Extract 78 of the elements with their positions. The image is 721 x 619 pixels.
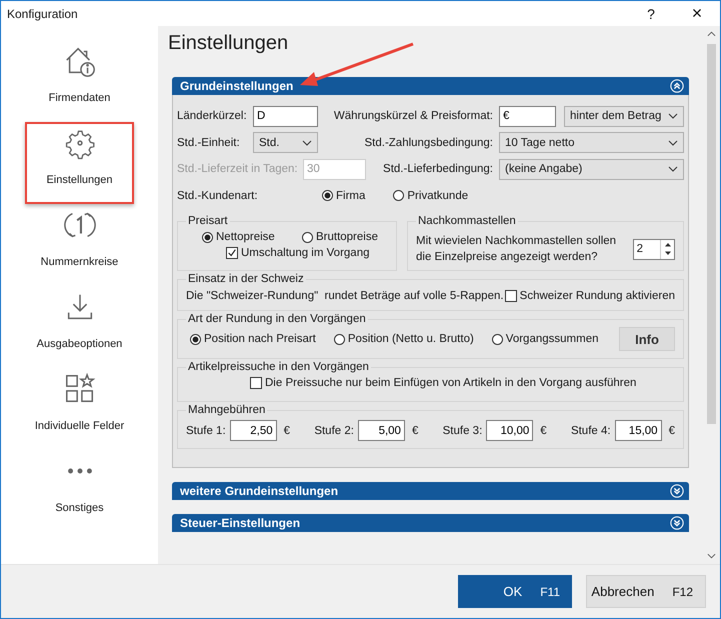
sidebar-item[interactable]: Firmendaten [25, 40, 134, 122]
sidebar-item[interactable]: Nummernkreise [25, 204, 134, 286]
currency-unit: € [412, 424, 418, 436]
dropdown[interactable]: (keine Angabe) [499, 158, 684, 180]
dropdown[interactable]: Std. [253, 132, 318, 154]
field-label: Stufe 2: [314, 424, 354, 436]
field-label: Std.-Einheit: [177, 136, 241, 149]
group-title: Nachkommastellen [417, 215, 517, 227]
checkmark-icon [227, 248, 237, 258]
chevrons-icon [670, 79, 684, 93]
chevron-down-icon [302, 140, 312, 146]
group-title: Einsatz in der Schweiz [187, 273, 305, 285]
dialog-button[interactable]: Abbrechen F12 [586, 575, 706, 608]
sidebar-item[interactable]: Einstellungen [25, 122, 134, 204]
field-label: Stufe 3: [442, 424, 482, 436]
checkbox[interactable]: Schweizer Rundung aktivieren [504, 290, 675, 302]
page-heading: Einstellungen [168, 32, 290, 55]
group-title: Mahngebühren [187, 404, 266, 416]
checkbox[interactable]: Umschaltung im Vorgang [226, 247, 370, 259]
cycle-number-icon [64, 212, 96, 238]
close-button[interactable]: × [674, 1, 720, 26]
decimal-spinner[interactable]: 2 [632, 238, 675, 260]
section-header[interactable]: Steuer-Einstellungen [172, 514, 689, 532]
chevrons-icon [670, 484, 684, 498]
country-code-field[interactable]: D [253, 106, 318, 127]
group-title: Preisart [187, 215, 229, 227]
radio-option[interactable]: Position nach Preisart [190, 333, 316, 345]
more-icon [68, 468, 92, 474]
field-label: Std.-Lieferbedingung: [382, 163, 494, 176]
radio-option[interactable]: Privatkunde [393, 190, 468, 202]
grid-star-icon [66, 372, 95, 402]
info-button[interactable]: Info [619, 327, 675, 351]
radio-option[interactable]: Vorgangssummen [492, 333, 598, 345]
group-title: Art der Rundung in den Vorgängen [187, 313, 367, 325]
house-info-icon [66, 48, 94, 77]
radio-option[interactable]: Bruttopreise [302, 231, 378, 243]
group-title: Artikelpreissuche in den Vorgängen [187, 361, 370, 373]
settings-icon [65, 130, 94, 160]
chevron-down-icon [668, 113, 678, 120]
fee-field[interactable]: 2,50 [230, 420, 277, 441]
fee-field[interactable]: 5,00 [358, 420, 405, 441]
dropdown[interactable]: hinter dem Betrag [564, 106, 684, 127]
field-label: Stufe 4: [570, 424, 611, 436]
currency-unit: € [668, 424, 675, 436]
radio-option[interactable]: Firma [322, 190, 366, 202]
field-label: Std.-Zahlungsbedingung: [363, 136, 494, 149]
scroll-down-icon[interactable] [707, 553, 716, 559]
help-button[interactable]: ? [628, 1, 674, 26]
section-header[interactable]: Grundeinstellungen [172, 77, 689, 95]
scroll-up-icon[interactable] [707, 31, 716, 37]
description-text: Die "Schweizer-Rundung" rundet Beträge auf volle 5-Rappen. [186, 290, 504, 302]
sidebar-item[interactable]: Ausgabeoptionen [25, 286, 134, 368]
dialog-button[interactable]: OK F11 [458, 575, 572, 608]
window-title: Konfiguration [6, 6, 79, 20]
up-arrow-icon[interactable] [664, 242, 672, 246]
sidebar-item[interactable]: Sonstiges [25, 450, 134, 532]
field-label: Länderkürzel: [177, 110, 248, 122]
sidebar-item[interactable]: Individuelle Felder [25, 368, 134, 450]
fee-field[interactable]: 10,00 [486, 420, 534, 441]
currency-unit: € [284, 424, 290, 436]
field-label: Std.-Kundenart: [177, 190, 259, 202]
section-header[interactable]: weitere Grundeinstellungen [172, 482, 689, 500]
question-text: Mit wievielen Nachkommastellen sollen die Einzelpreise angezeigt werden? [416, 234, 618, 265]
radio-option[interactable]: Position (Netto u. Brutto) [334, 333, 474, 345]
fee-field[interactable]: 15,00 [614, 420, 662, 441]
chevron-down-icon [668, 166, 678, 172]
chevron-down-icon [668, 140, 678, 146]
radio-option[interactable]: Nettopreise [202, 231, 275, 243]
currency-field[interactable]: € [499, 106, 556, 127]
dropdown[interactable]: 10 Tage netto [499, 132, 684, 154]
down-arrow-icon[interactable] [664, 250, 672, 256]
checkbox[interactable]: Die Preissuche nur beim Einfügen von Artikeln in den Vorgang ausführen [250, 377, 636, 389]
field-label: Währungskürzel & Preisformat: [332, 110, 494, 122]
field-label: Std.-Lieferzeit in Tagen: [177, 163, 299, 176]
chevrons-icon [670, 516, 684, 530]
currency-unit: € [540, 424, 547, 436]
field-label: Stufe 1: [186, 424, 226, 436]
download-icon [67, 294, 92, 320]
